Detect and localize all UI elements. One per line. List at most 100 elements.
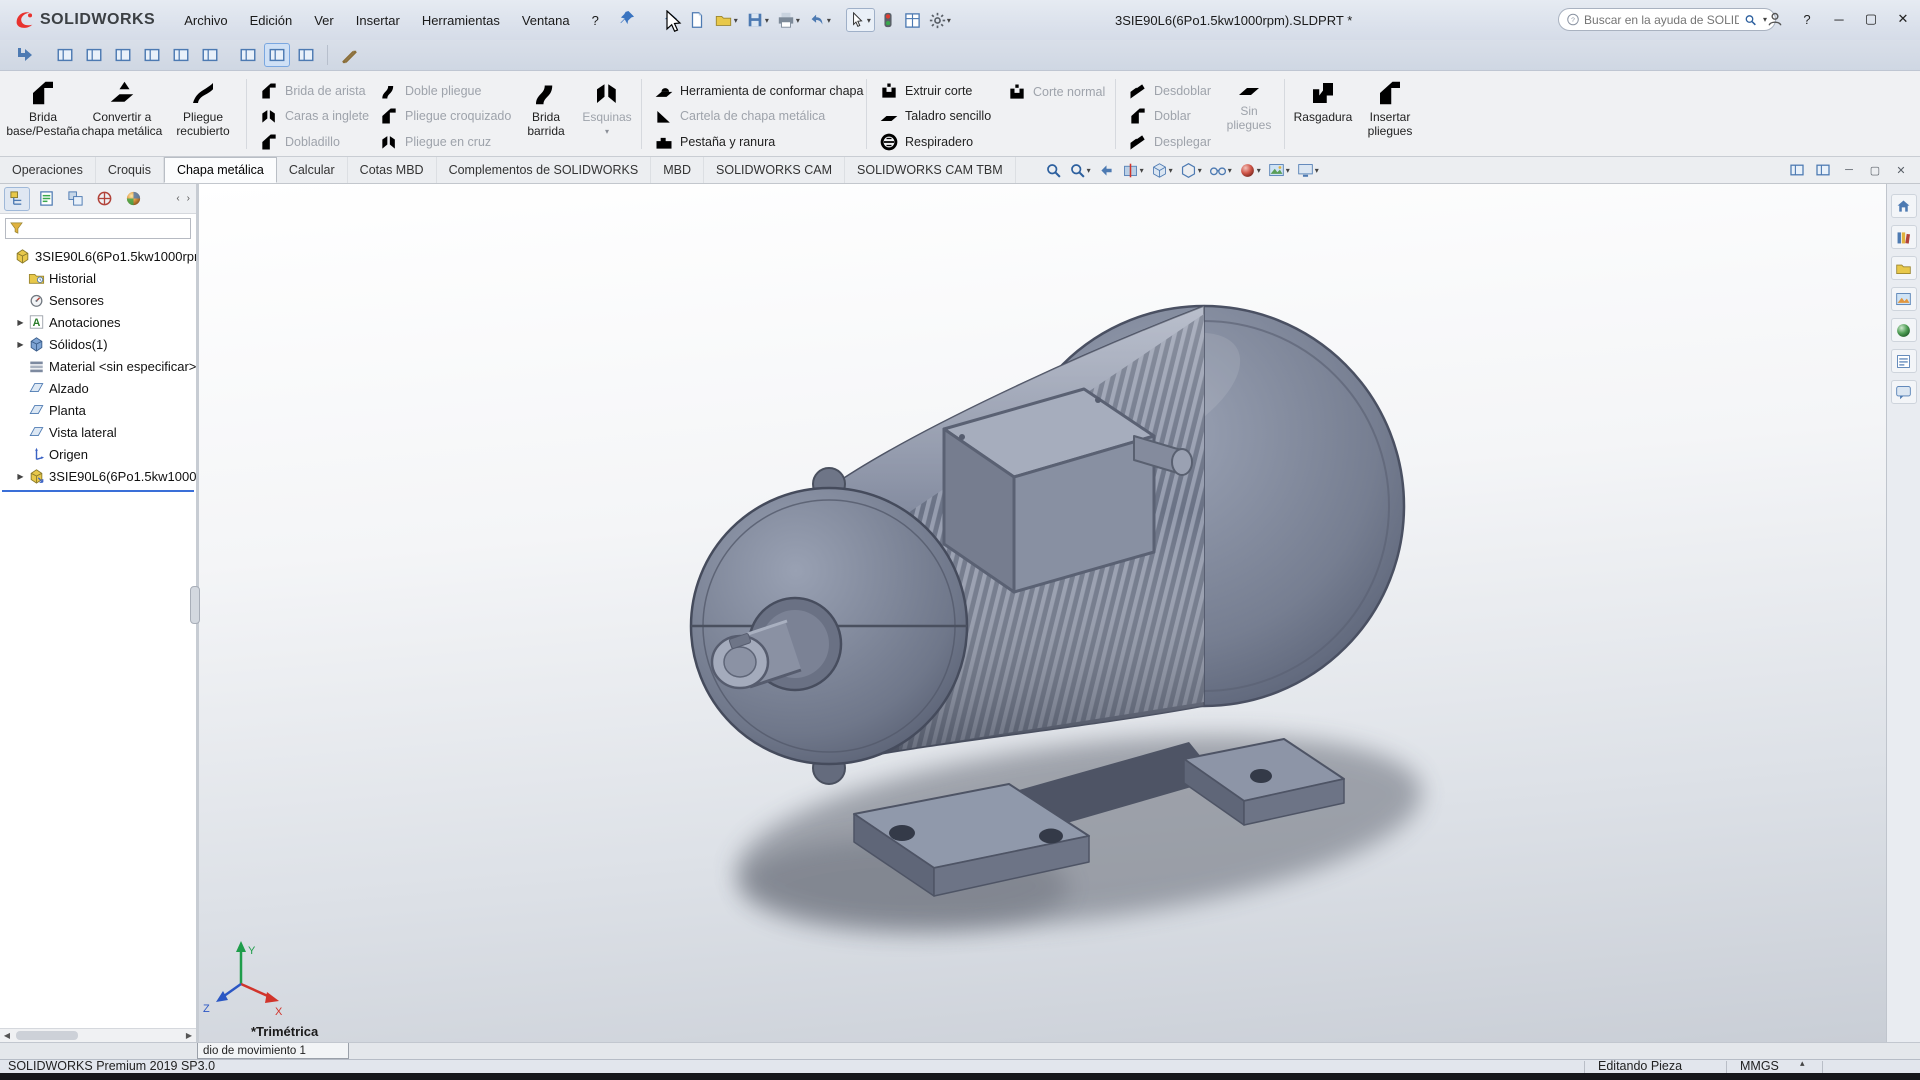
undo-button[interactable]: ▾ [805, 8, 834, 32]
zoom-fit-icon[interactable] [1042, 160, 1065, 181]
resources-home-icon[interactable] [1891, 194, 1917, 218]
tree-item-alzado[interactable]: Alzado [0, 377, 196, 399]
measure-tool-icon[interactable] [336, 43, 362, 67]
feature-manager-tab[interactable] [4, 187, 30, 211]
ribbon-button-brida-base[interactable]: Brida base/Pestaña [8, 74, 78, 154]
tree-item-anotaciones[interactable]: ▶ A Anotaciones [0, 311, 196, 333]
caret-down-icon[interactable]: ▾ [1315, 166, 1319, 175]
viewport-layout-icon-2[interactable] [81, 43, 107, 67]
viewport-layout-icon-active[interactable] [264, 43, 290, 67]
ribbon-button-desdoblar[interactable]: Desdoblar [1122, 79, 1218, 103]
sketch-exit-arrow-icon[interactable] [12, 43, 38, 67]
menu-ventana[interactable]: Ventana [511, 9, 581, 32]
view-settings-icon[interactable]: ▾ [1294, 160, 1322, 181]
caret-down-icon[interactable]: ▾ [1169, 166, 1173, 175]
caret-down-icon[interactable]: ▾ [1198, 166, 1202, 175]
menu-ayuda[interactable]: ? [581, 9, 610, 32]
tree-item-sensores[interactable]: Sensores [0, 289, 196, 311]
ribbon-button-pliegue-recubierto[interactable]: Pliegue recubierto [166, 74, 240, 154]
doc-minimize-icon[interactable]: ─ [1838, 160, 1860, 180]
ribbon-button-desplegar[interactable]: Desplegar [1122, 130, 1218, 154]
caret-down-icon[interactable]: ▾ [1140, 166, 1144, 175]
ribbon-button-conformar-chapa[interactable]: Herramienta de conformar chapa [648, 79, 860, 103]
tab-mbd[interactable]: MBD [651, 157, 704, 183]
open-button[interactable]: ▾ [711, 8, 741, 32]
rebuild-button[interactable] [877, 9, 899, 31]
pane-right-icon[interactable] [1812, 160, 1834, 180]
search-input[interactable] [1584, 13, 1739, 27]
ribbon-button-brida-arista[interactable]: Brida de arista [253, 79, 371, 103]
tab-chapa-metalica[interactable]: Chapa metálica [164, 157, 277, 183]
apply-scene-icon[interactable]: ▾ [1265, 160, 1293, 181]
tab-calcular[interactable]: Calcular [277, 157, 348, 183]
scroll-right-arrow[interactable]: ▶ [182, 1029, 196, 1042]
edit-appearance-icon[interactable]: ▾ [1236, 160, 1264, 181]
caret-down-icon[interactable]: ▾ [827, 16, 831, 25]
configuration-manager-tab[interactable] [62, 187, 88, 211]
ribbon-button-rasgadura[interactable]: Rasgadura [1291, 74, 1355, 154]
window-minimize-button[interactable]: ─ [1824, 6, 1854, 32]
tab-cotas-mbd[interactable]: Cotas MBD [348, 157, 437, 183]
settings-button[interactable]: ▾ [926, 9, 954, 32]
tree-item-vista-lateral[interactable]: Vista lateral [0, 421, 196, 443]
expand-arrow-icon[interactable]: ▶ [14, 318, 27, 327]
menu-ver[interactable]: Ver [303, 9, 345, 32]
tab-solidworks-cam[interactable]: SOLIDWORKS CAM [704, 157, 845, 183]
zoom-area-icon[interactable]: ▾ [1066, 160, 1094, 181]
new-document-button[interactable] [685, 8, 709, 32]
caret-down-icon[interactable]: ▾ [947, 16, 951, 25]
ribbon-button-respiradero[interactable]: Respiradero [873, 130, 999, 154]
view-palette-icon[interactable] [1891, 287, 1917, 311]
caret-down-icon[interactable]: ▾ [796, 16, 800, 25]
design-library-icon[interactable] [1891, 225, 1917, 249]
caret-down-icon[interactable]: ▾ [1228, 166, 1232, 175]
panel-splitter-grip[interactable] [190, 586, 200, 624]
status-units[interactable]: MMGS [1740, 1059, 1779, 1073]
caret-down-icon[interactable]: ▾ [1257, 166, 1261, 175]
ribbon-button-extruir-corte[interactable]: Extruir corte [873, 79, 999, 103]
pane-left-icon[interactable] [1786, 160, 1808, 180]
ribbon-button-esquinas[interactable]: Esquinas ▾ [579, 74, 635, 154]
ribbon-button-pliegue-cruz[interactable]: Pliegue en cruz [373, 130, 513, 154]
tree-item-planta[interactable]: Planta [0, 399, 196, 421]
pin-menu-icon[interactable] [620, 10, 635, 30]
property-manager-tab[interactable] [33, 187, 59, 211]
display-manager-tab[interactable] [120, 187, 146, 211]
panel-tabs-scroll-right[interactable]: › [185, 193, 192, 204]
caret-down-icon[interactable]: ▾ [605, 127, 609, 136]
panel-horizontal-scrollbar[interactable]: ◀ ▶ [0, 1028, 196, 1042]
menu-archivo[interactable]: Archivo [173, 9, 238, 32]
tree-item-imported-stp[interactable]: ▶ 3SIE90L6(6Po1.5kw1000rpm).stp - [0, 465, 196, 487]
expand-arrow-icon[interactable]: ▶ [14, 340, 27, 349]
ribbon-button-insertar-pliegues[interactable]: Insertar pliegues [1357, 74, 1423, 154]
hide-show-items-icon[interactable]: ▾ [1206, 160, 1235, 181]
ribbon-button-cartela-chapa[interactable]: Cartela de chapa metálica [648, 104, 860, 128]
caret-down-icon[interactable]: ▾ [1087, 166, 1091, 175]
ribbon-button-doble-pliegue[interactable]: Doble pliegue [373, 79, 513, 103]
tree-item-solidos[interactable]: ▶ Sólidos(1) [0, 333, 196, 355]
doc-restore-icon[interactable]: ▢ [1864, 160, 1886, 180]
ribbon-button-sin-pliegues[interactable]: Sin pliegues [1220, 74, 1278, 154]
scroll-left-arrow[interactable]: ◀ [0, 1029, 14, 1042]
display-options-button[interactable] [901, 9, 924, 32]
viewport-layout-icon-4[interactable] [139, 43, 165, 67]
previous-view-icon[interactable] [1095, 160, 1118, 181]
display-style-icon[interactable]: ▾ [1177, 160, 1205, 181]
tree-item-historial[interactable]: Historial [0, 267, 196, 289]
save-button[interactable]: ▾ [743, 8, 772, 32]
help-search-box[interactable]: ? ▾ [1558, 8, 1776, 31]
ribbon-button-corte-normal[interactable]: Corte normal [1001, 79, 1109, 104]
ribbon-button-taladro-sencillo[interactable]: Taladro sencillo [873, 104, 999, 128]
menu-herramientas[interactable]: Herramientas [411, 9, 511, 32]
units-caret-icon[interactable]: ▴ [1800, 1058, 1805, 1069]
ribbon-button-doblar[interactable]: Doblar [1122, 104, 1218, 128]
viewport-layout-icon-5[interactable] [168, 43, 194, 67]
graphics-viewport[interactable]: Y X Z *Trimétrica [199, 184, 1886, 1042]
select-cursor-button[interactable]: ▾ [846, 8, 875, 32]
tree-item-material[interactable]: Material <sin especificar> [0, 355, 196, 377]
section-view-icon[interactable]: ▾ [1119, 160, 1147, 181]
caret-down-icon[interactable]: ▾ [1286, 166, 1290, 175]
print-button[interactable]: ▾ [774, 8, 803, 32]
search-icon[interactable] [1744, 13, 1757, 27]
scrollbar-thumb[interactable] [16, 1031, 78, 1040]
